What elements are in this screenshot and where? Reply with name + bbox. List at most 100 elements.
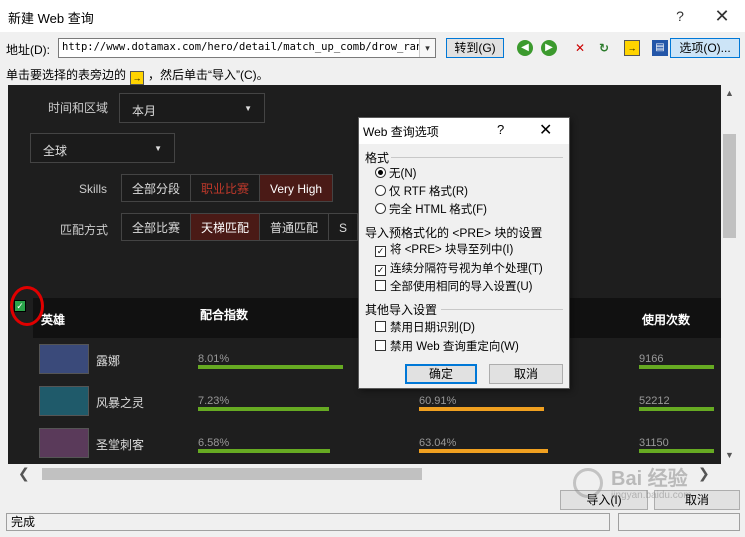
other-group-label: 其他导入设置 [365,303,438,317]
vertical-scroll-thumb[interactable] [723,134,736,238]
checkbox-icon [375,340,386,351]
match-index-bar [198,407,329,411]
window-titlebar: 新建 Web 查询 ? ✕ [0,0,745,32]
radio-checked-icon [375,167,386,178]
skills-all[interactable]: 全部分段 [121,174,192,202]
scroll-down-icon[interactable]: ▼ [721,447,738,464]
option-label: 无(N) [389,168,417,180]
close-button[interactable]: ✕ [710,4,734,28]
option-label: 禁用 Web 查询重定向(W) [390,341,519,353]
match-mode-label: 匹配方式 [60,223,109,237]
dialog-title: Web 查询选项 [363,125,439,139]
options-button[interactable]: 选项(O)... [670,38,740,58]
watermark-url: jingyan.baidu.com [611,490,692,501]
hero-avatar [39,386,89,416]
scroll-left-icon[interactable]: ❮ [18,465,30,482]
same-import-settings-checkbox[interactable]: 全部使用相同的导入设置(U) [375,279,532,295]
month-select-value: 本月 [132,104,157,118]
uses-value: 9166 [639,353,664,365]
scroll-up-icon[interactable]: ▲ [721,85,738,102]
window-title: 新建 Web 查询 [8,11,94,26]
uses-bar [639,365,714,369]
address-input[interactable]: http://www.dotamax.com/hero/detail/match… [58,38,436,58]
radio-icon [375,203,386,214]
format-none-radio[interactable]: 无(N) [375,166,416,182]
back-icon[interactable]: ◀ [517,40,533,56]
pre-group-label: 导入预格式化的 <PRE> 块的设置 [365,226,543,240]
region-select[interactable]: 全球 ▼ [30,133,175,163]
match-index-bar [198,449,330,453]
dialog-close-button[interactable]: ✕ [539,120,552,140]
pre-to-columns-checkbox[interactable]: ✓ 将 <PRE> 块导至列中(I) [375,242,513,258]
address-label: 地址(D): [6,43,50,57]
uses-bar [639,407,714,411]
address-toolbar: 地址(D): http://www.dotamax.com/hero/detai… [0,36,745,60]
refresh-icon[interactable]: ↻ [596,40,612,56]
format-rtf-radio[interactable]: 仅 RTF 格式(R) [375,184,468,200]
status-bar: 完成 [6,513,610,531]
hero-name: 露娜 [96,354,121,368]
stop-icon[interactable]: ✕ [572,40,588,56]
horizontal-scroll-thumb[interactable] [42,468,422,480]
dialog-titlebar: Web 查询选项 ? ✕ [359,118,569,144]
help-button[interactable]: ? [670,6,690,26]
dialog-cancel-button[interactable]: 取消 [489,364,563,384]
match-normal[interactable]: 普通匹配 [259,213,330,241]
vertical-scrollbar[interactable]: ▲ ▼ [721,85,738,464]
goto-button[interactable]: 转到(G) [446,38,504,58]
month-select[interactable]: 本月 ▼ [119,93,265,123]
group-divider [391,157,563,158]
option-label: 禁用日期识别(D) [390,322,475,334]
checkbox-icon [375,280,386,291]
instruction-after: ，然后单击“导入”(C)。 [148,68,269,82]
caret-down-icon: ▼ [244,104,252,113]
caret-down-icon: ▼ [154,144,162,153]
group-divider [441,309,563,310]
skills-pro[interactable]: 职业比赛 [190,174,261,202]
watermark-text: Bai 经验 [611,468,688,490]
match-index-bar [198,365,343,369]
match-index-value: 6.58% [198,437,230,449]
option-label: 连续分隔符号视为单个处理(T) [390,263,543,275]
disable-date-recognition-checkbox[interactable]: 禁用日期识别(D) [375,320,475,336]
option-label: 完全 HTML 格式(F) [389,204,487,216]
show-icons-icon[interactable]: → [624,40,640,56]
checkbox-checked-icon: ✓ [375,246,386,257]
option-label: 将 <PRE> 块导至列中(I) [390,244,514,256]
hero-avatar [39,428,89,458]
forward-icon[interactable]: ▶ [541,40,557,56]
save-query-icon[interactable]: ▤ [652,40,668,56]
dialog-help-button[interactable]: ? [497,122,504,137]
match-mode-segment: 全部比赛 天梯匹配 普通匹配 S [121,213,359,241]
region-select-value: 全球 [43,144,68,158]
match-all[interactable]: 全部比赛 [121,213,192,241]
win-rate-value: 63.04% [419,437,457,449]
win-rate-bar [419,407,544,411]
dialog-ok-button[interactable]: 确定 [405,364,477,384]
match-more[interactable]: S [328,213,359,241]
col-match-index: 配合指数 [200,308,249,322]
web-query-options-dialog: Web 查询选项 ? ✕ 格式 无(N) 仅 RTF 格式(R) 完全 HTML… [358,117,570,389]
status-progress [618,513,740,531]
format-html-radio[interactable]: 完全 HTML 格式(F) [375,202,487,218]
instruction-text: 单击要选择的表旁边的 → ，然后单击“导入”(C)。 [6,66,269,85]
match-index-value: 8.01% [198,353,230,365]
skills-label: Skills [79,182,108,196]
checkbox-icon [375,321,386,332]
hero-name: 风暴之灵 [96,396,145,410]
consecutive-delimiters-checkbox[interactable]: ✓ 连续分隔符号视为单个处理(T) [375,261,543,277]
col-hero: 英雄 [41,313,66,327]
watermark: Bai 经验 jingyan.baidu.com [573,460,713,510]
match-ladder[interactable]: 天梯匹配 [190,213,261,241]
uses-value: 31150 [639,437,669,449]
skills-very-high[interactable]: Very High [259,174,334,202]
col-uses: 使用次数 [642,313,691,327]
disable-redirect-checkbox[interactable]: 禁用 Web 查询重定向(W) [375,339,519,355]
time-region-label: 时间和区域 [48,101,109,115]
option-label: 仅 RTF 格式(R) [389,186,469,198]
address-dropdown-icon[interactable]: ▾ [419,39,435,57]
win-rate-bar [419,449,548,453]
option-label: 全部使用相同的导入设置(U) [390,281,533,293]
table-row: 圣堂刺客 6.58% 63.04% 31150 [33,424,721,464]
skills-segment: 全部分段 职业比赛 Very High [121,174,334,202]
